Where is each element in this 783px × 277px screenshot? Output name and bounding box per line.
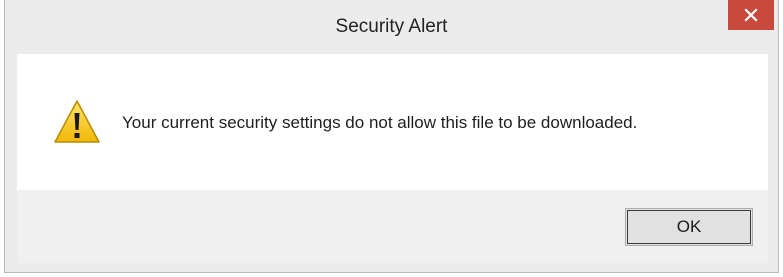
dialog-footer: OK xyxy=(17,190,768,263)
ok-button[interactable]: OK xyxy=(625,208,753,246)
close-icon xyxy=(744,8,758,22)
close-button[interactable] xyxy=(728,0,774,30)
warning-icon xyxy=(53,98,101,146)
title-bar[interactable]: Security Alert xyxy=(5,0,778,54)
dialog-title: Security Alert xyxy=(335,16,448,37)
security-alert-dialog: Security Alert Your current security set… xyxy=(4,0,779,273)
alert-message: Your current security settings do not al… xyxy=(122,113,638,132)
dialog-content: Your current security settings do not al… xyxy=(17,54,768,190)
